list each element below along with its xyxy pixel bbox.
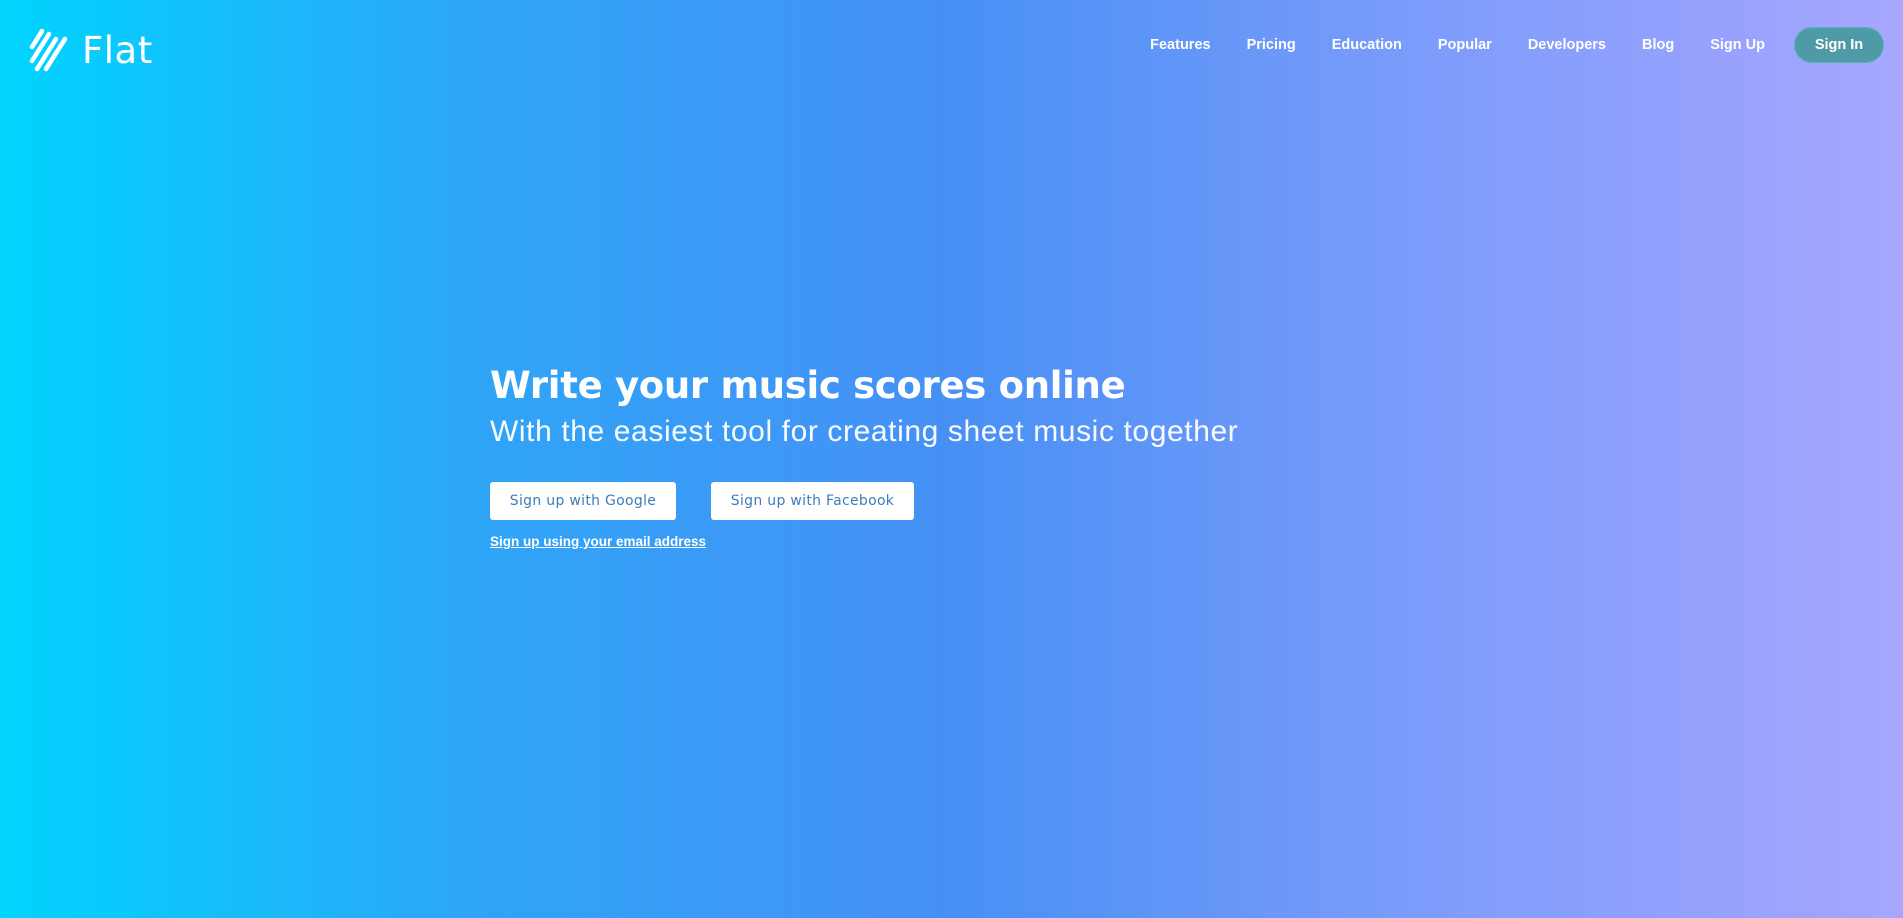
nav-pricing[interactable]: Pricing: [1247, 27, 1296, 63]
main-nav: Features Pricing Education Popular Devel…: [1150, 27, 1884, 63]
flat-stripes-logo-icon: [29, 28, 69, 72]
nav-features[interactable]: Features: [1150, 27, 1210, 63]
nav-popular[interactable]: Popular: [1438, 27, 1492, 63]
nav-developers[interactable]: Developers: [1528, 27, 1606, 63]
nav-sign-up[interactable]: Sign Up: [1710, 27, 1765, 63]
flat-logo[interactable]: Flat: [29, 28, 153, 72]
email-signup-link[interactable]: Sign up using your email address: [490, 534, 706, 549]
sign-in-button[interactable]: Sign In: [1794, 27, 1884, 63]
nav-blog[interactable]: Blog: [1642, 27, 1674, 63]
brand-name: Flat: [82, 28, 153, 72]
nav-education[interactable]: Education: [1332, 27, 1402, 63]
hero-title: Write your music scores online: [490, 364, 1126, 407]
top-navigation-bar: Flat Features Pricing Education Popular …: [0, 0, 1903, 92]
google-signup-button[interactable]: Sign up with Google: [490, 482, 676, 520]
facebook-signup-button[interactable]: Sign up with Facebook: [711, 482, 914, 520]
signup-buttons: Sign up with Google Sign up with Faceboo…: [490, 482, 1238, 520]
hero-subtitle: With the easiest tool for creating sheet…: [490, 415, 1239, 448]
hero-section: Write your music scores online With the …: [490, 362, 1238, 551]
